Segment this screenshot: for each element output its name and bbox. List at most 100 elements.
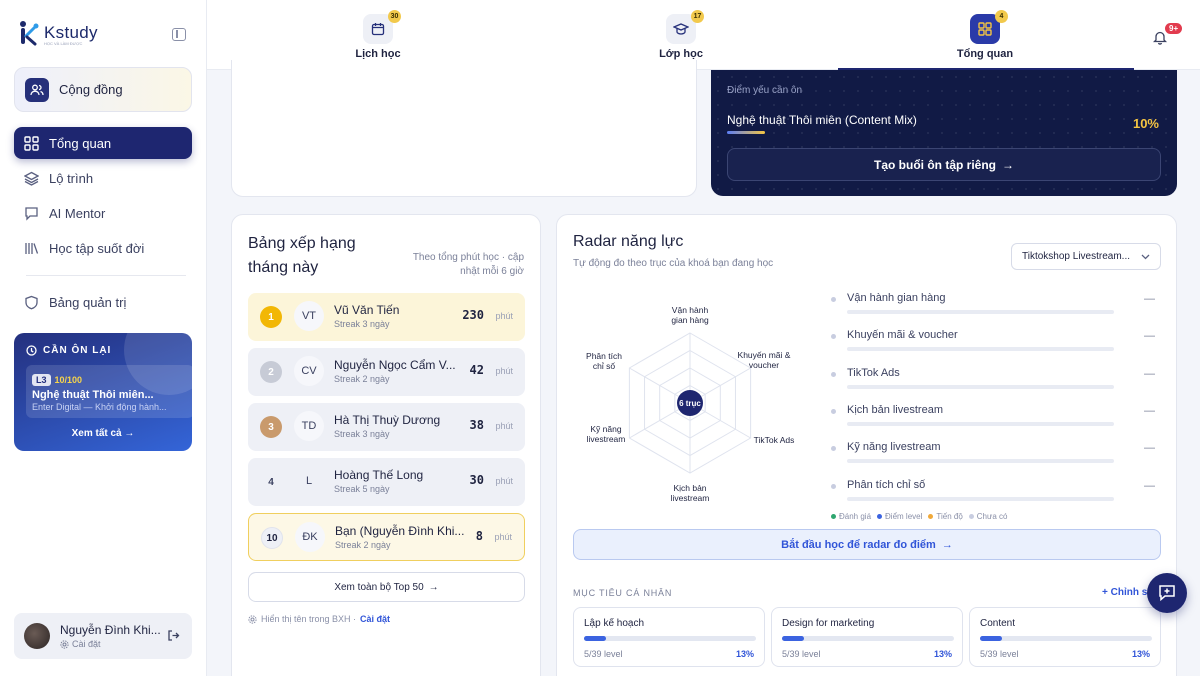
nav-roadmap[interactable]: Lộ trình: [14, 162, 192, 194]
radar-axis-row: TikTok Ads —: [831, 364, 1161, 400]
notification-badge: 9+: [1165, 23, 1183, 34]
tab-icon-box: 4: [970, 10, 1008, 44]
view-top50-button[interactable]: Xem toàn bộ Top 50 →: [248, 572, 525, 602]
axis-dot: [831, 334, 836, 340]
tab-count-badge: 4: [995, 10, 1008, 23]
avatar[interactable]: [24, 623, 50, 649]
brand-logo[interactable]: Kstudy HỌC VÀ LÀM ĐƯỢC: [18, 20, 98, 46]
review-card[interactable]: CẦN ÔN LẠI L3 10/100 Nghệ thuật Thôi miên…: [14, 333, 192, 451]
axis-score-track: [847, 310, 1114, 314]
tab-overview[interactable]: 4 Tổng quan: [925, 10, 1045, 60]
legend-item: Đánh giá: [831, 512, 871, 521]
rank-streak: Streak 3 ngày: [334, 429, 390, 439]
leaderboard-row[interactable]: 2 CV Nguyễn Ngọc Cẩm V... Streak 2 ngày …: [248, 348, 525, 396]
create-review-session-button[interactable]: Tạo buổi ôn tập riêng →: [727, 148, 1161, 181]
goal-card[interactable]: Design for marketing 5/39 level 13%: [771, 607, 963, 667]
goal-card[interactable]: Lập kế hoạch 5/39 level 13%: [573, 607, 765, 667]
radar-axis-label: Khuyến mãi & voucher: [738, 350, 791, 370]
chat-support-button[interactable]: [1147, 573, 1187, 613]
leaderboard-panel: Bảng xếp hạng tháng này Theo tổng phút h…: [231, 214, 541, 676]
create-review-label: Tạo buổi ôn tập riêng: [874, 157, 996, 172]
nav-divider: [26, 275, 186, 276]
axis-score-track: [847, 347, 1114, 352]
goals-heading: MỤC TIÊU CÁ NHÂN: [573, 588, 673, 598]
footer-text: Hiển thị tên trong BXH ·: [261, 614, 357, 624]
rank-unit: phút: [495, 476, 513, 486]
nav-label: Bảng quản trị: [49, 294, 127, 310]
user-card[interactable]: Nguyễn Đình Khi... Cài đặt: [14, 613, 192, 659]
user-settings-link[interactable]: Cài đặt: [60, 639, 160, 649]
axis-score-track: [847, 421, 1114, 426]
leaderboard-title: Bảng xếp hạng tháng này: [248, 235, 356, 276]
grid-icon: [978, 22, 992, 36]
leaderboard-row[interactable]: 4 L Hoàng Thế Long Streak 5 ngày 30 phút: [248, 458, 525, 506]
leaderboard-row[interactable]: 1 VT Vũ Văn Tiến Streak 3 ngày 230 phút: [248, 293, 525, 341]
nav-ai-mentor[interactable]: AI Mentor: [14, 197, 192, 229]
rank-initials: TD: [294, 411, 324, 441]
leaderboard-row[interactable]: 3 TD Hà Thị Thuỳ Dương Streak 3 ngày 38 …: [248, 403, 525, 451]
radar-center-label: 6 trục: [679, 399, 701, 408]
axis-name: Khuyến mãi & voucher: [847, 329, 958, 342]
community-button[interactable]: Cộng đồng: [14, 67, 192, 112]
goal-name: Design for marketing: [782, 618, 875, 629]
axis-dot: [831, 483, 836, 489]
message-plus-icon: [1159, 585, 1175, 602]
view-all-link[interactable]: Xem tất cả →: [14, 428, 192, 439]
review-item[interactable]: L3 10/100 Nghệ thuật Thôi miên... Enter D…: [26, 365, 192, 418]
leaderboard-note: Theo tổng phút học · cập nhật mỗi 6 giờ: [412, 252, 524, 277]
goal-progress-fill: [980, 636, 1003, 641]
nav-admin[interactable]: Bảng quản trị: [14, 286, 192, 318]
radar-title: Radar năng lực: [573, 233, 684, 250]
rank-name: Bạn (Nguyễn Đình Khi...: [335, 524, 465, 538]
course-select[interactable]: Tiktokshop Livestream...: [1011, 243, 1161, 270]
rank-streak: Streak 2 ngày: [334, 374, 390, 384]
review-title: Nghệ thuật Thôi miên...: [32, 389, 154, 401]
tab-classes[interactable]: 17 Lớp học: [621, 10, 741, 60]
tab-count-badge: 30: [388, 10, 401, 23]
collapse-sidebar-icon[interactable]: [172, 28, 186, 41]
kstudy-logo-icon: [20, 21, 39, 46]
nav-label: Tổng quan: [49, 135, 112, 151]
nav-overview[interactable]: Tổng quan: [14, 127, 192, 159]
goal-progress-track: [782, 636, 954, 641]
axis-value: —: [1144, 367, 1155, 380]
goal-card[interactable]: Content 5/39 level 13%: [969, 607, 1161, 667]
start-learning-label: Bắt đầu học để radar đo điểm: [781, 538, 936, 551]
chevron-down-icon: [1141, 254, 1150, 259]
start-learning-button[interactable]: Bắt đầu học để radar đo điểm →: [573, 529, 1161, 560]
community-label: Cộng đồng: [59, 82, 123, 97]
tab-icon-box: 17: [666, 10, 704, 44]
rank-unit: phút: [495, 366, 513, 376]
rank-unit: phút: [495, 421, 513, 431]
review-heading-text: CẦN ÔN LẠI: [43, 345, 112, 356]
user-settings-label: Cài đặt: [72, 639, 101, 649]
tab-schedule[interactable]: 30 Lịch học: [318, 10, 438, 60]
brand-tagline: HỌC VÀ LÀM ĐƯỢC: [44, 41, 83, 46]
goal-level: 5/39 level: [584, 649, 623, 659]
logout-icon[interactable]: [167, 629, 180, 642]
axis-dot: [831, 446, 836, 452]
axis-value: —: [1144, 293, 1155, 305]
level-badge: L3: [32, 374, 51, 386]
rank-name: Hà Thị Thuỳ Dương: [334, 413, 441, 427]
legend-label: Tiến độ: [936, 512, 963, 521]
view-all-label: Xem tất cả: [71, 428, 122, 439]
library-icon: [25, 242, 39, 254]
review-score: 10/100: [54, 375, 83, 385]
rank-initials: L: [305, 475, 313, 487]
legend-item: Tiến độ: [928, 512, 963, 521]
axis-name: TikTok Ads: [847, 366, 900, 379]
rank-initials: CV: [294, 356, 324, 386]
rank-minutes: 42: [469, 363, 484, 377]
calendar-icon: [371, 23, 385, 36]
arrow-right-icon: →: [124, 428, 135, 439]
goal-name: Lập kế hoạch: [584, 618, 645, 629]
leaderboard-row-me[interactable]: 10 ĐK Bạn (Nguyễn Đình Khi... Streak 2 n…: [248, 513, 525, 561]
bell-icon[interactable]: [1153, 30, 1167, 45]
clock-icon: [26, 345, 37, 356]
radar-axis-row: Vận hành gian hàng —: [831, 289, 1161, 325]
shield-icon: [25, 295, 38, 309]
axis-score-track: [847, 496, 1114, 501]
nav-lifelong-learning[interactable]: Học tập suốt đời: [14, 232, 192, 264]
footer-settings-link[interactable]: Cài đặt: [360, 614, 390, 624]
